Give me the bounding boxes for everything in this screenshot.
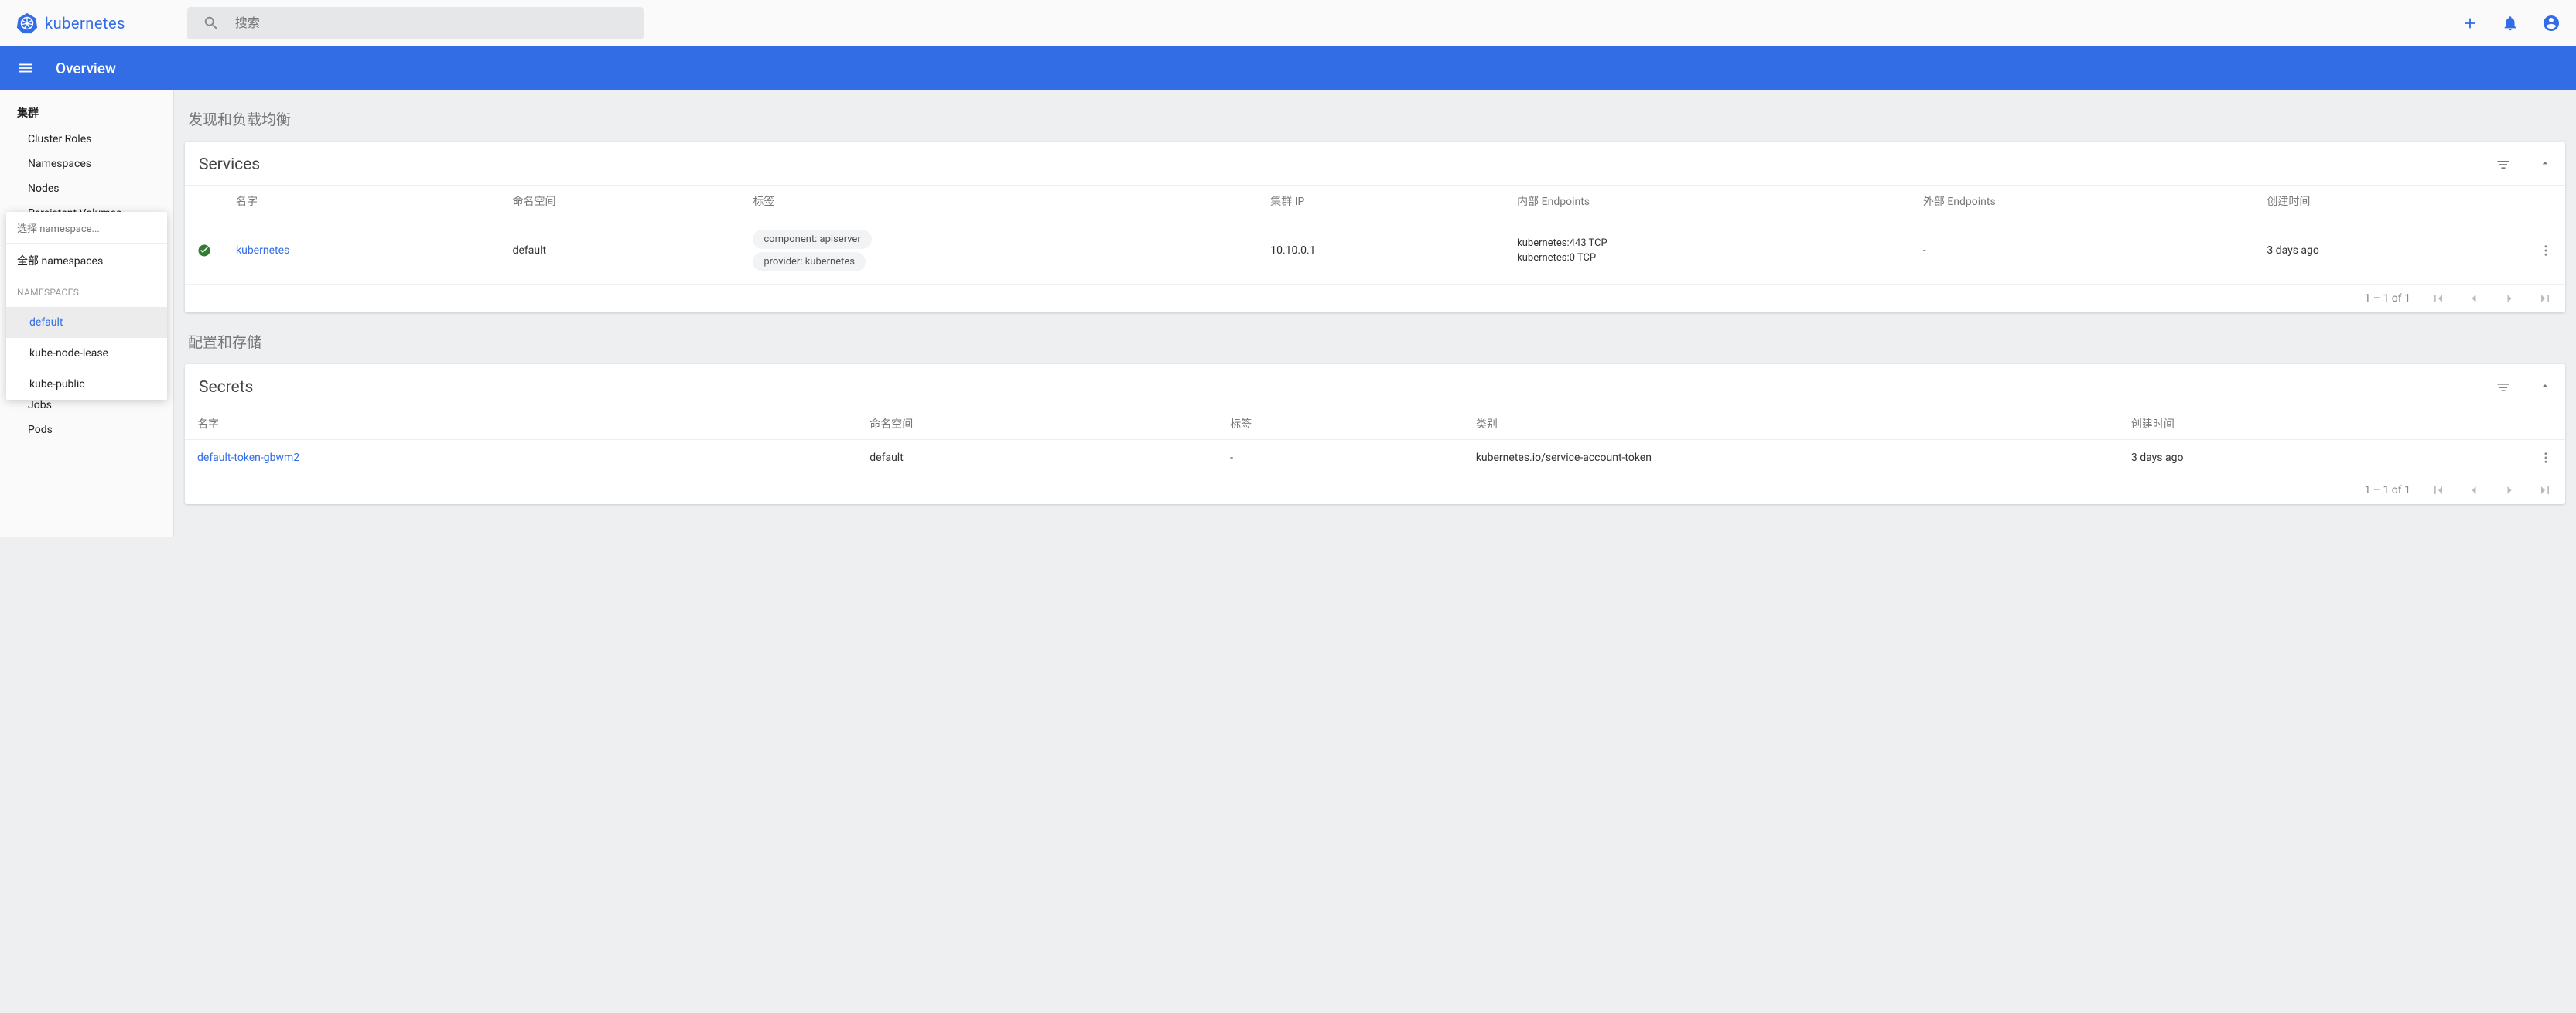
col-labels: 标签 — [1218, 408, 1464, 440]
filter-icon[interactable] — [2496, 157, 2511, 172]
logo[interactable]: kubernetes — [15, 12, 125, 35]
col-internal-ep: 内部 Endpoints — [1505, 186, 1911, 217]
col-created: 创建时间 — [2254, 186, 2526, 217]
next-page-icon[interactable] — [2502, 483, 2517, 498]
top-header: kubernetes — [0, 0, 2576, 46]
secrets-card: Secrets 名字 命名空间 标签 类别 创建时间 default- — [185, 364, 2565, 504]
sidebar-item-cluster-roles[interactable]: Cluster Roles — [0, 127, 173, 152]
last-page-icon[interactable] — [2537, 483, 2553, 498]
service-labels: component: apiserver provider: kubernete… — [740, 217, 1258, 285]
prev-page-icon[interactable] — [2466, 291, 2482, 306]
service-namespace: default — [501, 217, 741, 285]
namespace-selector-popup: 全部 namespaces NAMESPACES default kube-no… — [6, 212, 167, 400]
sidebar-item-nodes[interactable]: Nodes — [0, 176, 173, 201]
service-created: 3 days ago — [2254, 217, 2526, 285]
secret-labels: - — [1218, 440, 1464, 476]
secrets-pagination: 1 – 1 of 1 — [185, 476, 2565, 504]
topbar-icons — [2462, 14, 2561, 32]
pagination-range: 1 – 1 of 1 — [2364, 292, 2410, 305]
col-namespace: 命名空间 — [857, 408, 1218, 440]
col-cluster-ip: 集群 IP — [1258, 186, 1505, 217]
label-chip: component: apiserver — [753, 230, 871, 249]
search-input[interactable] — [220, 15, 628, 30]
sidebar-item-pods[interactable]: Pods — [0, 418, 173, 442]
namespace-section-label: NAMESPACES — [6, 278, 167, 307]
services-table: 名字 命名空间 标签 集群 IP 内部 Endpoints 外部 Endpoin… — [185, 185, 2565, 285]
col-name: 名字 — [224, 186, 501, 217]
account-icon[interactable] — [2542, 14, 2561, 32]
service-internal-ep: kubernetes:443 TCP kubernetes:0 TCP — [1505, 217, 1911, 285]
section-discovery-title: 发现和负载均衡 — [188, 108, 2562, 129]
secret-type: kubernetes.io/service-account-token — [1464, 440, 2119, 476]
service-cluster-ip: 10.10.0.1 — [1258, 217, 1505, 285]
first-page-icon[interactable] — [2431, 291, 2446, 306]
collapse-icon[interactable] — [2539, 157, 2551, 172]
service-name-link[interactable]: kubernetes — [236, 244, 289, 257]
service-external-ep: - — [1911, 217, 2254, 285]
namespace-item-default[interactable]: default — [6, 307, 167, 338]
secret-namespace: default — [857, 440, 1218, 476]
logo-text: kubernetes — [45, 14, 125, 32]
first-page-icon[interactable] — [2431, 483, 2446, 498]
page-title: Overview — [56, 60, 116, 77]
row-more-icon[interactable] — [2526, 440, 2565, 476]
namespace-search-input[interactable] — [17, 223, 156, 235]
col-labels: 标签 — [740, 186, 1258, 217]
label-chip: provider: kubernetes — [753, 252, 866, 271]
sidebar: 集群 Cluster Roles Namespaces Nodes Persis… — [0, 90, 174, 537]
pagination-range: 1 – 1 of 1 — [2364, 484, 2410, 496]
create-icon[interactable] — [2462, 15, 2479, 32]
row-more-icon[interactable] — [2526, 217, 2565, 285]
secret-name-link[interactable]: default-token-gbwm2 — [197, 452, 299, 464]
services-card: Services 名字 命名空间 标签 集群 IP 内部 Endpoints 外… — [185, 142, 2565, 312]
secret-created: 3 days ago — [2119, 440, 2526, 476]
notifications-icon[interactable] — [2502, 15, 2519, 32]
status-ok-icon — [185, 217, 224, 285]
last-page-icon[interactable] — [2537, 291, 2553, 306]
menu-icon[interactable] — [17, 60, 34, 77]
col-external-ep: 外部 Endpoints — [1911, 186, 2254, 217]
namespace-search[interactable] — [6, 212, 167, 243]
search-box[interactable] — [187, 7, 644, 39]
search-icon — [203, 15, 220, 32]
collapse-icon[interactable] — [2539, 380, 2551, 395]
section-config-title: 配置和存储 — [188, 331, 2562, 352]
filter-icon[interactable] — [2496, 380, 2511, 395]
col-name: 名字 — [185, 408, 857, 440]
namespace-all[interactable]: 全部 namespaces — [6, 244, 167, 278]
secrets-card-title: Secrets — [199, 378, 253, 397]
services-card-title: Services — [199, 155, 260, 174]
namespace-item-kube-public[interactable]: kube-public — [6, 369, 167, 400]
namespace-item-kube-node-lease[interactable]: kube-node-lease — [6, 338, 167, 369]
col-created: 创建时间 — [2119, 408, 2526, 440]
col-type: 类别 — [1464, 408, 2119, 440]
main-content: 发现和负载均衡 Services 名字 命名空间 标签 集群 IP 内部 End… — [174, 90, 2576, 537]
next-page-icon[interactable] — [2502, 291, 2517, 306]
table-row: default-token-gbwm2 default - kubernetes… — [185, 440, 2565, 476]
sidebar-group-cluster: 集群 — [0, 99, 173, 127]
blue-bar: Overview — [0, 46, 2576, 90]
services-pagination: 1 – 1 of 1 — [185, 285, 2565, 312]
prev-page-icon[interactable] — [2466, 483, 2482, 498]
sidebar-item-namespaces[interactable]: Namespaces — [0, 152, 173, 176]
secrets-table: 名字 命名空间 标签 类别 创建时间 default-token-gbwm2 d… — [185, 408, 2565, 476]
table-row: kubernetes default component: apiserver … — [185, 217, 2565, 285]
kubernetes-logo-icon — [15, 12, 39, 35]
col-namespace: 命名空间 — [501, 186, 741, 217]
